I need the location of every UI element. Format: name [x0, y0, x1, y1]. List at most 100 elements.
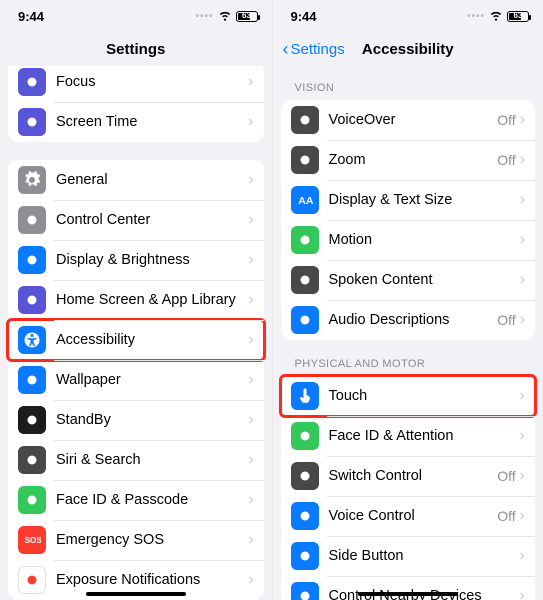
chevron-right-icon: › [520, 427, 525, 445]
row-zoom[interactable]: ZoomOff› [281, 140, 536, 180]
text-size-icon: AA [291, 186, 319, 214]
accessibility-screen: 9:44 •••• 63 ‹ Settings Accessibility VI… [272, 0, 543, 600]
chevron-right-icon: › [520, 467, 525, 485]
back-button[interactable]: ‹ Settings [283, 32, 345, 66]
row-value: Off [497, 312, 515, 328]
page-title: Settings [106, 41, 165, 58]
row-standby[interactable]: StandBy› [8, 400, 264, 440]
chevron-right-icon: › [248, 171, 253, 189]
row-label: Spoken Content [329, 272, 520, 288]
chevron-right-icon: › [248, 451, 253, 469]
home-screen-icon [18, 286, 46, 314]
side-button-icon [291, 542, 319, 570]
nav-header: Settings [0, 32, 272, 66]
row-label: Audio Descriptions [329, 312, 498, 328]
motor-group: Touch›Face ID & Attention›Switch Control… [281, 376, 536, 600]
section-header-vision: VISION [295, 82, 543, 94]
screentime-icon [18, 108, 46, 136]
spoken-content-icon [291, 266, 319, 294]
row-label: Focus [56, 74, 248, 90]
switch-control-icon [291, 462, 319, 490]
row-siri-search[interactable]: Siri & Search› [8, 440, 264, 480]
row-side-button[interactable]: Side Button› [281, 536, 536, 576]
row-general[interactable]: General› [8, 160, 264, 200]
settings-group-b: General›Control Center›Display & Brightn… [8, 160, 264, 600]
status-time: 9:44 [18, 9, 44, 24]
row-face-id-passcode[interactable]: Face ID & Passcode› [8, 480, 264, 520]
chevron-right-icon: › [248, 291, 253, 309]
row-label: General [56, 172, 248, 188]
row-motion[interactable]: Motion› [281, 220, 536, 260]
chevron-right-icon: › [248, 211, 253, 229]
home-indicator[interactable] [86, 592, 186, 596]
row-label: StandBy [56, 412, 248, 428]
gear-icon [18, 166, 46, 194]
row-control-nearby-devices[interactable]: Control Nearby Devices› [281, 576, 536, 600]
siri-icon [18, 446, 46, 474]
chevron-right-icon: › [520, 191, 525, 209]
chevron-right-icon: › [520, 311, 525, 329]
standby-icon [18, 406, 46, 434]
row-label: Voice Control [329, 508, 498, 524]
settings-screen: 9:44 •••• 63 Settings Focus›Screen Time›… [0, 0, 272, 600]
wifi-icon [489, 8, 503, 25]
row-face-id-attention[interactable]: Face ID & Attention› [281, 416, 536, 456]
touch-icon [291, 382, 319, 410]
chevron-right-icon: › [520, 271, 525, 289]
settings-group-a: Focus›Screen Time› [8, 66, 264, 142]
row-voice-control[interactable]: Voice ControlOff › [281, 496, 536, 536]
row-value: Off [497, 152, 515, 168]
row-audio-descriptions[interactable]: Audio DescriptionsOff › [281, 300, 536, 340]
status-bar: 9:44 •••• 63 [0, 0, 272, 32]
row-value: Off [497, 468, 515, 484]
row-label: Screen Time [56, 114, 248, 130]
chevron-right-icon: › [520, 111, 525, 129]
row-voiceover[interactable]: VoiceOverOff› [281, 100, 536, 140]
chevron-right-icon: › [248, 371, 253, 389]
chevron-right-icon: › [520, 151, 525, 169]
back-label: Settings [291, 41, 345, 58]
wifi-icon [218, 8, 232, 25]
svg-text:SOS: SOS [25, 536, 42, 545]
chevron-right-icon: › [520, 507, 525, 525]
page-title: Accessibility [362, 41, 454, 58]
row-spoken-content[interactable]: Spoken Content› [281, 260, 536, 300]
display-brightness-icon [18, 246, 46, 274]
exposure-icon [18, 566, 46, 594]
chevron-right-icon: › [248, 331, 253, 349]
row-focus[interactable]: Focus› [8, 66, 264, 102]
row-switch-control[interactable]: Switch ControlOff› [281, 456, 536, 496]
cellular-icon: •••• [467, 11, 485, 22]
row-label: Face ID & Attention [329, 428, 520, 444]
accessibility-icon [18, 326, 46, 354]
row-display-text-size[interactable]: AA Display & Text Size› [281, 180, 536, 220]
status-time: 9:44 [291, 9, 317, 24]
row-value: Off [497, 112, 515, 128]
row-display-brightness[interactable]: Display & Brightness› [8, 240, 264, 280]
accessibility-list[interactable]: VISION VoiceOverOff›ZoomOff›AADisplay & … [273, 66, 543, 600]
chevron-right-icon: › [248, 73, 253, 91]
settings-list[interactable]: Focus›Screen Time› General›Control Cente… [0, 66, 272, 600]
row-label: Display & Text Size [329, 192, 520, 208]
row-label: Exposure Notifications [56, 572, 248, 588]
row-emergency-sos[interactable]: SOSEmergency SOS› [8, 520, 264, 560]
battery-icon: 63 [236, 11, 258, 22]
row-wallpaper[interactable]: Wallpaper› [8, 360, 264, 400]
row-control-center[interactable]: Control Center› [8, 200, 264, 240]
wallpaper-icon [18, 366, 46, 394]
svg-text:AA: AA [298, 195, 314, 207]
row-home-screen-app-library[interactable]: Home Screen & App Library› [8, 280, 264, 320]
row-accessibility[interactable]: Accessibility› [8, 320, 264, 360]
chevron-right-icon: › [520, 587, 525, 600]
section-header-motor: PHYSICAL AND MOTOR [295, 358, 543, 370]
nearby-icon [291, 582, 319, 600]
status-bar: 9:44 •••• 63 [273, 0, 543, 32]
row-screen-time[interactable]: Screen Time› [8, 102, 264, 142]
chevron-left-icon: ‹ [283, 39, 289, 60]
status-indicators: •••• 63 [195, 8, 257, 25]
chevron-right-icon: › [520, 231, 525, 249]
row-value: Off [497, 508, 515, 524]
home-indicator[interactable] [358, 592, 458, 596]
row-touch[interactable]: Touch› [281, 376, 536, 416]
chevron-right-icon: › [248, 113, 253, 131]
